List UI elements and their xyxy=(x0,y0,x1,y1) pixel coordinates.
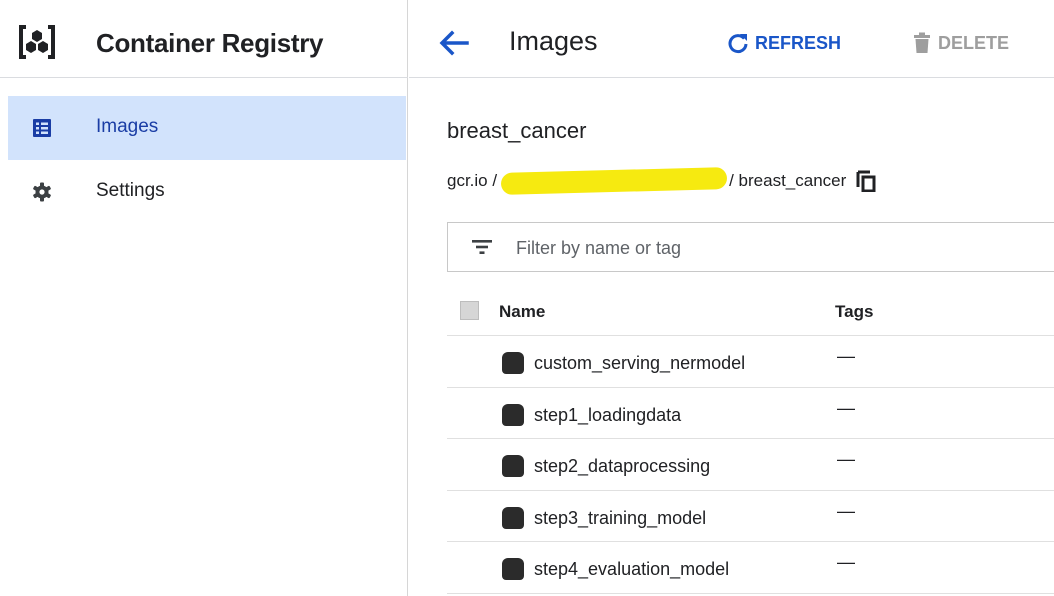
image-tags: — xyxy=(837,346,855,366)
gear-icon xyxy=(33,182,51,202)
image-tags: — xyxy=(837,500,855,521)
image-icon xyxy=(502,352,524,374)
image-icon xyxy=(502,455,524,478)
image-name[interactable]: step3_training_model xyxy=(534,508,706,529)
path-prefix: gcr.io / xyxy=(447,171,498,190)
path-suffix: / breast_cancer xyxy=(729,171,847,190)
sidebar-item-settings[interactable]: Settings xyxy=(8,160,406,224)
column-header-name[interactable]: Name xyxy=(499,302,545,322)
repository-name: breast_cancer xyxy=(447,118,587,143)
image-tags: — xyxy=(837,552,855,573)
image-name[interactable]: step2_dataprocessing xyxy=(534,456,710,477)
table-row[interactable]: step3_training_model — xyxy=(447,491,1054,543)
product-header: Container Registry xyxy=(0,10,408,78)
list-icon xyxy=(33,119,51,137)
table-row[interactable]: step2_dataprocessing — xyxy=(447,439,1054,491)
image-name[interactable]: custom_serving_nermodel xyxy=(534,353,745,374)
filter-bar xyxy=(447,222,1054,272)
redacted-project-id xyxy=(500,167,728,195)
table-header: Name Tags xyxy=(447,284,1054,336)
images-table: Name Tags custom_serving_nermodel — step… xyxy=(447,284,1054,594)
delete-label: DELETE xyxy=(938,32,1010,53)
image-icon xyxy=(502,558,524,581)
column-header-tags[interactable]: Tags xyxy=(835,302,873,322)
image-tags: — xyxy=(837,397,855,418)
image-icon xyxy=(502,506,524,529)
page-title: Images xyxy=(509,26,598,56)
refresh-button[interactable]: REFRESH xyxy=(727,30,841,56)
image-tags: — xyxy=(837,449,855,470)
sidebar-item-label: Images xyxy=(96,116,159,137)
trash-icon xyxy=(914,32,930,53)
table-row[interactable]: custom_serving_nermodel — xyxy=(447,336,1054,388)
sidebar: Container Registry Images Settings xyxy=(0,0,408,596)
delete-button[interactable]: DELETE xyxy=(912,30,1009,56)
filter-icon xyxy=(472,240,492,254)
image-icon xyxy=(502,403,524,426)
refresh-icon xyxy=(728,34,748,54)
copy-icon[interactable] xyxy=(856,170,876,192)
select-all-checkbox[interactable] xyxy=(460,301,479,320)
product-title: Container Registry xyxy=(96,28,324,58)
sidebar-item-label: Settings xyxy=(96,180,165,201)
refresh-label: REFRESH xyxy=(755,32,842,53)
arrow-left-icon[interactable] xyxy=(437,26,471,60)
sidebar-item-images[interactable]: Images xyxy=(8,96,406,160)
page-toolbar: Images REFRESH DELETE xyxy=(409,10,1054,78)
container-registry-hexagon-icon xyxy=(19,25,55,59)
main-panel: Images REFRESH DELETE breast_cancer gcr.… xyxy=(409,0,1054,596)
filter-input[interactable] xyxy=(516,233,1036,263)
image-name[interactable]: step4_evaluation_model xyxy=(534,559,729,580)
image-name[interactable]: step1_loadingdata xyxy=(534,405,681,426)
repository-path: gcr.io / / breast_cancer xyxy=(447,167,876,195)
table-row[interactable]: step4_evaluation_model — xyxy=(447,542,1054,594)
table-row[interactable]: step1_loadingdata — xyxy=(447,388,1054,440)
